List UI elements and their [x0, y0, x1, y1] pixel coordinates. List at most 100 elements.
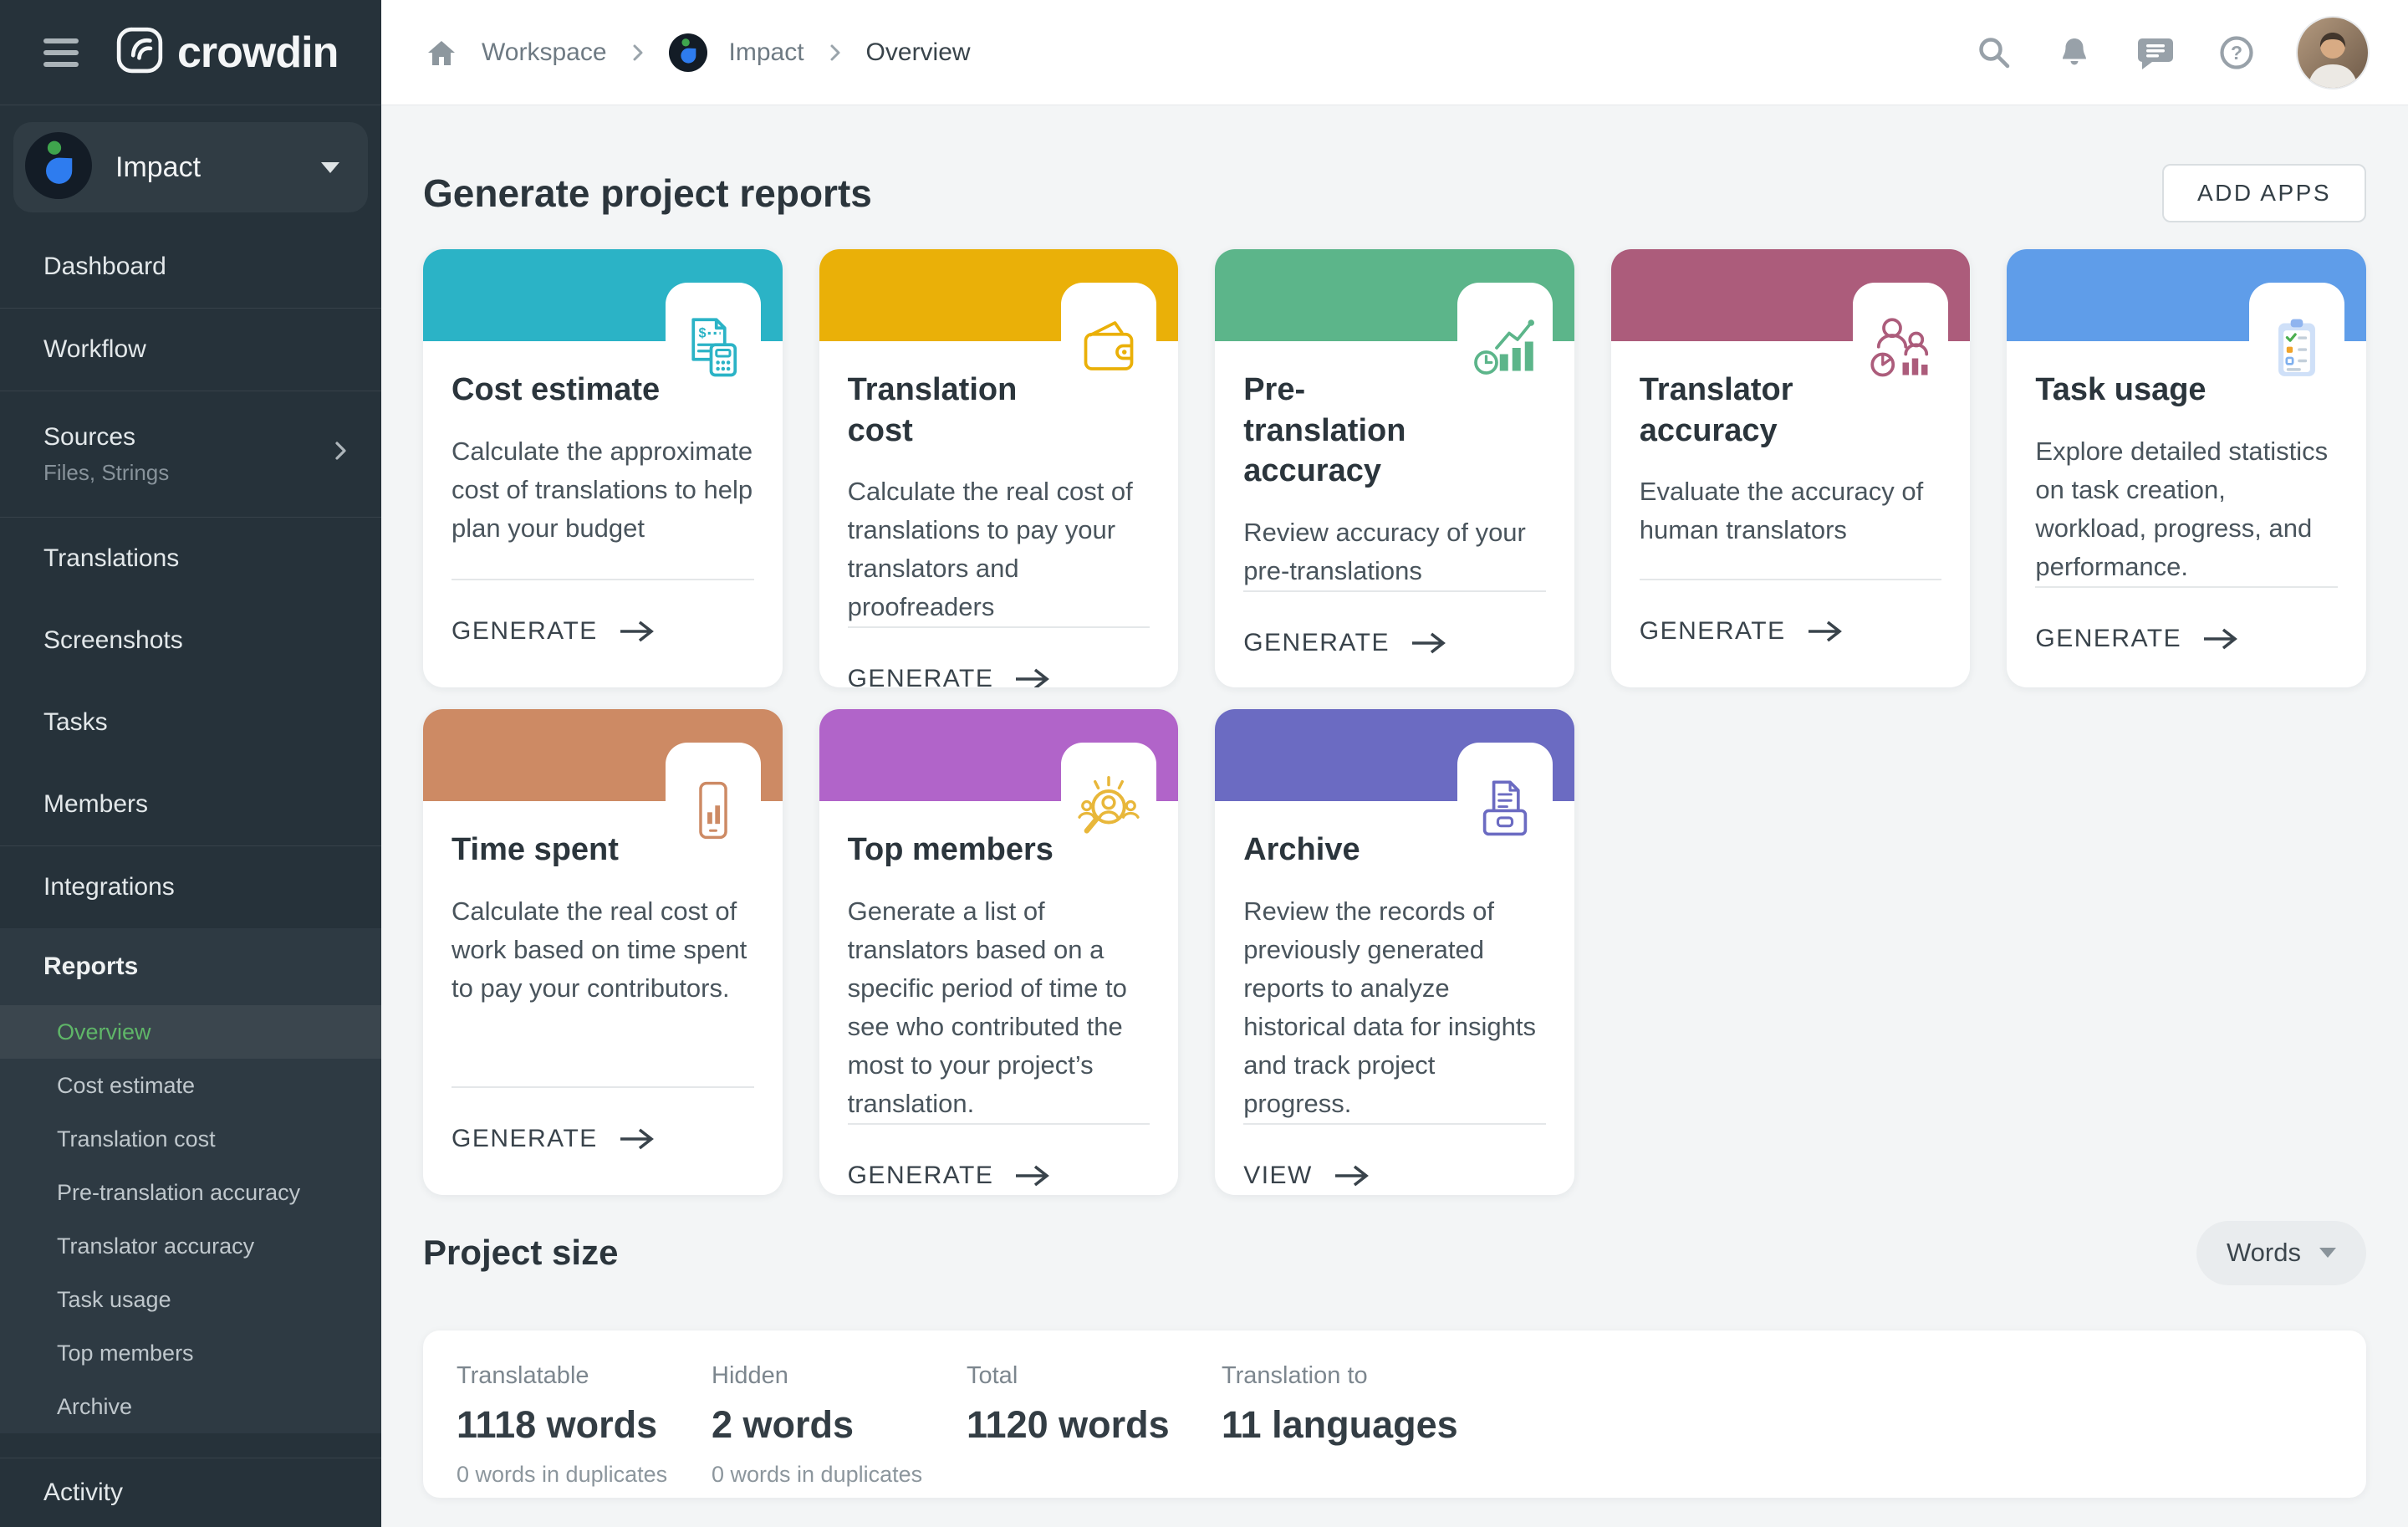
sidebar-item-label: Dashboard: [43, 253, 166, 281]
notifications-bell-icon[interactable]: [2055, 33, 2094, 72]
crowdin-logo-text: crowdin: [177, 28, 338, 78]
arrow-right-icon: [1013, 1163, 1052, 1188]
sidebar-item-sources[interactable]: Sources Files, Strings: [0, 391, 381, 517]
sidebar-item-dashboard[interactable]: Dashboard: [0, 226, 381, 308]
sidebar-subitem-archive[interactable]: Archive: [0, 1380, 381, 1433]
project-size-stats: Translatable 1118 words 0 words in dupli…: [423, 1330, 2366, 1498]
sidebar-subitem-translator-accuracy[interactable]: Translator accuracy: [0, 1219, 381, 1273]
action-label: GENERATE: [848, 665, 994, 687]
generate-link[interactable]: GENERATE: [1243, 592, 1546, 687]
arrow-right-icon: [1806, 619, 1844, 644]
generate-link[interactable]: GENERATE: [2035, 588, 2338, 687]
sidebar-subitem-label: Translator accuracy: [57, 1233, 254, 1259]
card-body: Time spent Calculate the real cost of wo…: [423, 801, 783, 1195]
people-chart-icon: [1853, 283, 1948, 383]
sidebar-subitem-translation-cost[interactable]: Translation cost: [0, 1112, 381, 1166]
stat-value: 1118 words: [457, 1403, 712, 1447]
chevron-down-icon: [2319, 1248, 2336, 1258]
sidebar: crowdin Impact Dashboard Workflow: [0, 0, 381, 1527]
card-footer: GENERATE: [848, 626, 1150, 687]
card-cost-estimate: $ Cost estimate Calculat: [423, 249, 783, 687]
sidebar-subitem-label: Translation cost: [57, 1126, 216, 1152]
project-selector[interactable]: Impact: [13, 122, 368, 212]
sidebar-subitem-label: Cost estimate: [57, 1073, 195, 1099]
card-description: Calculate the approximate cost of transl…: [452, 432, 754, 548]
sidebar-subitem-cost-estimate[interactable]: Cost estimate: [0, 1059, 381, 1112]
card-task-usage: Task usage Explore detailed statistics o…: [2007, 249, 2366, 687]
sidebar-item-label: Activity: [43, 1478, 123, 1507]
breadcrumb-workspace[interactable]: Workspace: [482, 38, 607, 67]
project-avatar: [25, 132, 92, 203]
chevron-right-icon: [329, 440, 351, 468]
card-title: Pre-translation accuracy: [1243, 370, 1546, 492]
card-footer: GENERATE: [1640, 579, 1942, 687]
generate-link[interactable]: GENERATE: [1640, 580, 1942, 687]
card-translation-cost: Translation cost Calculate the real cost…: [819, 249, 1179, 687]
content: Generate project reports ADD APPS $: [381, 105, 2408, 1527]
stat-translation-to: Translation to 11 languages: [1222, 1362, 1477, 1466]
generate-link[interactable]: GENERATE: [452, 580, 754, 687]
sidebar-subitem-overview[interactable]: Overview: [0, 1005, 381, 1059]
generate-link[interactable]: GENERATE: [848, 1125, 1150, 1195]
card-description: Generate a list of translators based on …: [848, 892, 1150, 1123]
sidebar-subitem-pre-translation-accuracy[interactable]: Pre-translation accuracy: [0, 1166, 381, 1219]
breadcrumb-project[interactable]: Impact: [729, 38, 804, 67]
stat-label: Hidden: [712, 1362, 967, 1390]
card-archive: Archive Review the records of previously…: [1215, 709, 1574, 1195]
arrow-right-icon: [1013, 666, 1052, 687]
stat-value: 2 words: [712, 1403, 967, 1447]
help-icon[interactable]: ?: [2217, 33, 2256, 72]
card-body: Pre-translation accuracy Review accuracy…: [1215, 341, 1574, 687]
crowdin-logo[interactable]: crowdin: [115, 26, 338, 79]
generate-link[interactable]: GENERATE: [452, 1088, 754, 1195]
arrow-right-icon: [1333, 1163, 1371, 1188]
action-label: GENERATE: [452, 617, 598, 646]
sidebar-subitem-task-usage[interactable]: Task usage: [0, 1273, 381, 1326]
sidebar-item-activity[interactable]: Activity: [0, 1458, 381, 1527]
breadcrumb-current-page: Overview: [866, 38, 971, 67]
action-label: GENERATE: [848, 1162, 994, 1190]
sidebar-item-tasks[interactable]: Tasks: [0, 682, 381, 764]
sidebar-item-workflow[interactable]: Workflow: [0, 309, 381, 391]
card-header: [1215, 249, 1574, 341]
topbar-actions: ?: [1975, 18, 2368, 88]
units-dropdown[interactable]: Words: [2196, 1221, 2366, 1285]
search-icon[interactable]: [1975, 33, 2013, 72]
card-footer: GENERATE: [452, 579, 754, 687]
sidebar-item-integrations[interactable]: Integrations: [0, 846, 381, 928]
home-icon[interactable]: [423, 34, 460, 71]
crowdin-logo-icon: [115, 26, 164, 79]
generate-link[interactable]: GENERATE: [848, 628, 1150, 687]
stat-label: Total: [967, 1362, 1222, 1390]
arrow-right-icon: [618, 619, 656, 644]
sidebar-item-members[interactable]: Members: [0, 764, 381, 845]
sidebar-subitem-label: Task usage: [57, 1287, 171, 1313]
card-body: Cost estimate Calculate the approximate …: [423, 341, 783, 687]
menu-hamburger-icon[interactable]: [43, 32, 79, 74]
stat-value: 1120 words: [967, 1403, 1222, 1447]
stat-subtext: 0 words in duplicates: [712, 1462, 967, 1488]
card-body: Translation cost Calculate the real cost…: [819, 341, 1179, 687]
sidebar-item-screenshots[interactable]: Screenshots: [0, 600, 381, 682]
action-label: GENERATE: [1243, 629, 1390, 657]
card-description: Review the records of previously generat…: [1243, 892, 1546, 1123]
view-link[interactable]: VIEW: [1243, 1125, 1546, 1195]
messages-icon[interactable]: [2135, 33, 2176, 72]
stat-subtext: 0 words in duplicates: [457, 1462, 712, 1488]
reports-section: Reports Overview Cost estimate Translati…: [0, 928, 381, 1433]
sidebar-item-reports[interactable]: Reports: [0, 928, 381, 1005]
project-size-title: Project size: [423, 1233, 618, 1273]
card-header: [423, 709, 783, 801]
card-body: Top members Generate a list of translato…: [819, 801, 1179, 1195]
arrow-right-icon: [2201, 626, 2240, 651]
card-description: Calculate the real cost of translations …: [848, 472, 1150, 626]
sidebar-item-label: Translations: [43, 544, 179, 573]
sidebar-item-translations[interactable]: Translations: [0, 518, 381, 600]
action-label: VIEW: [1243, 1162, 1313, 1190]
sidebar-header: crowdin: [0, 0, 381, 105]
user-avatar[interactable]: [2298, 18, 2368, 88]
sidebar-subitem-label: Overview: [57, 1019, 151, 1045]
add-apps-button[interactable]: ADD APPS: [2162, 164, 2366, 222]
sidebar-subitem-top-members[interactable]: Top members: [0, 1326, 381, 1380]
svg-text:?: ?: [2231, 42, 2242, 64]
